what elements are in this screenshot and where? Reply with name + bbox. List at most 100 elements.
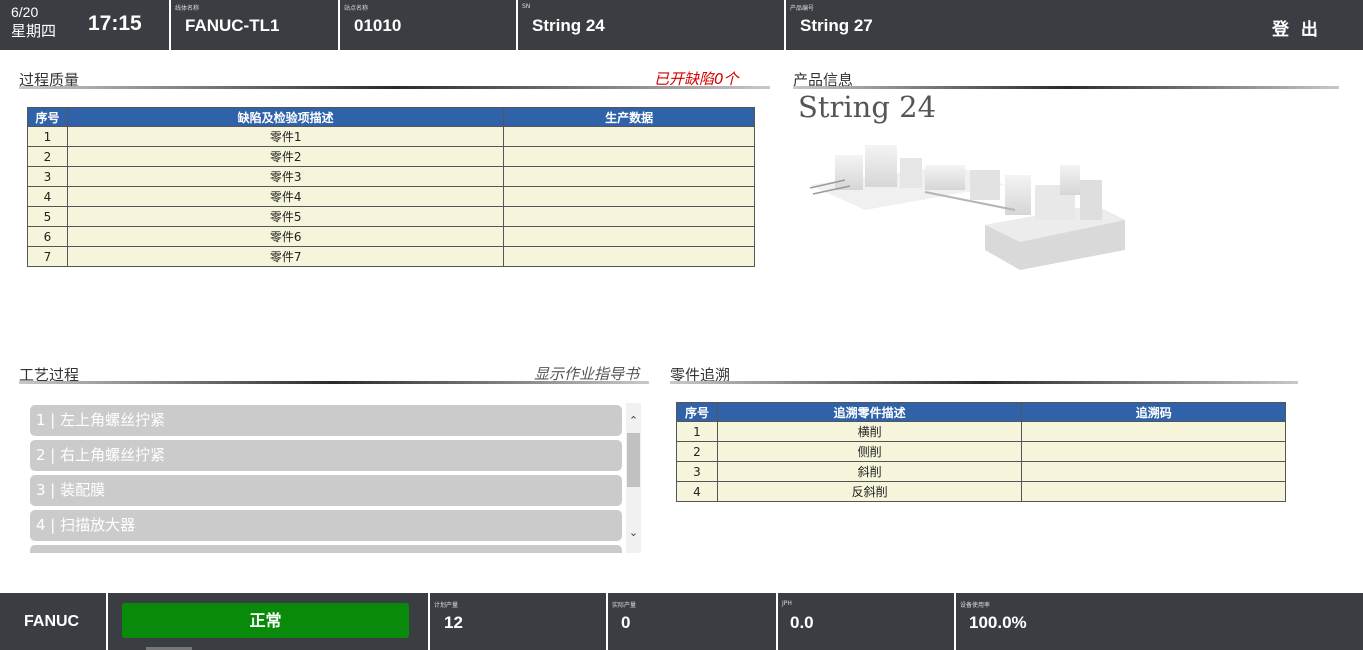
section-divider — [19, 86, 770, 89]
row-number: 1 — [27, 126, 68, 147]
column-header: 缺陷及检验项描述 — [66, 107, 505, 127]
sn-label: SN — [522, 3, 531, 10]
table-row[interactable]: 6 零件6 — [27, 226, 755, 247]
process-step[interactable]: 4 | 扫描放大器 — [30, 510, 622, 541]
row-number: 1 — [676, 421, 718, 442]
column-header: 序号 — [676, 402, 718, 422]
process-step[interactable]: 2 | 右上角螺丝拧紧 — [30, 440, 622, 471]
table-row[interactable]: 3 斜削 — [676, 461, 1286, 482]
row-code — [1021, 421, 1286, 442]
line-name-value: FANUC-TL1 — [185, 16, 280, 35]
row-number: 4 — [27, 186, 68, 207]
row-description: 零件3 — [66, 166, 505, 187]
row-description: 斜削 — [716, 461, 1023, 482]
table-row[interactable]: 1 零件1 — [27, 126, 755, 147]
jph-value: 0.0 — [790, 613, 814, 632]
sn-cell: SN String 24 — [518, 0, 784, 50]
row-description: 零件7 — [66, 246, 505, 267]
logout-button[interactable]: 登 出 — [1272, 15, 1321, 40]
actual-output-label: 实际产量 — [612, 602, 637, 609]
utilization-value: 100.0% — [969, 613, 1027, 632]
row-description: 侧削 — [716, 441, 1023, 462]
divider — [776, 593, 778, 650]
row-code — [1021, 461, 1286, 482]
section-divider — [670, 381, 1298, 384]
row-data — [503, 186, 755, 207]
row-number: 6 — [27, 226, 68, 247]
product-number-cell: 产品编号 String 27 — [786, 0, 1086, 50]
row-data — [503, 206, 755, 227]
row-number: 3 — [27, 166, 68, 187]
date: 6/20 — [11, 4, 39, 20]
divider — [106, 593, 108, 650]
row-description: 零件6 — [66, 226, 505, 247]
line-name-cell: 线体名称 FANUC-TL1 — [171, 0, 338, 50]
row-data — [503, 226, 755, 247]
quality-table: 序号 缺陷及检验项描述 生产数据 1 零件1 2 零件2 3 零件3 4 零件4… — [27, 107, 755, 267]
bottom-bar: FANUC 正常 计划产量 12 实际产量 0 JPH 0.0 设备使用率 10… — [0, 593, 1363, 650]
table-row[interactable]: 3 零件3 — [27, 166, 755, 187]
utilization-label: 设备使用率 — [960, 602, 991, 609]
row-number: 2 — [27, 146, 68, 167]
status-indicator: 正常 — [122, 603, 409, 638]
scroll-thumb[interactable] — [627, 433, 640, 487]
line-name-label: 线体名称 — [175, 5, 200, 12]
section-divider — [19, 381, 649, 384]
sn-value: String 24 — [532, 16, 605, 35]
process-step-partial[interactable] — [30, 545, 622, 553]
row-number: 3 — [676, 461, 718, 482]
table-row[interactable]: 4 零件4 — [27, 186, 755, 207]
column-header: 追溯零件描述 — [716, 402, 1023, 422]
weekday: 星期四 — [11, 22, 57, 40]
table-row[interactable]: 4 反斜削 — [676, 481, 1286, 502]
top-bar: 6/20 星期四 17:15 线体名称 FANUC-TL1 站点名称 01010… — [0, 0, 1363, 50]
column-header: 追溯码 — [1021, 402, 1286, 422]
process-step[interactable]: 1 | 左上角螺丝拧紧 — [30, 405, 622, 436]
row-number: 4 — [676, 481, 718, 502]
row-description: 零件2 — [66, 146, 505, 167]
row-description: 横削 — [716, 421, 1023, 442]
chevron-down-icon[interactable]: ⌄ — [626, 525, 641, 540]
divider — [428, 593, 430, 650]
column-header: 生产数据 — [503, 107, 755, 127]
table-row[interactable]: 2 侧削 — [676, 441, 1286, 462]
process-scrollbar[interactable]: ⌃ ⌄ — [626, 403, 641, 553]
product-number-value: String 27 — [800, 16, 873, 35]
actual-output-value: 0 — [621, 613, 631, 632]
brand-label: FANUC — [24, 613, 80, 630]
column-header: 序号 — [27, 107, 68, 127]
table-row[interactable]: 5 零件5 — [27, 206, 755, 227]
row-number: 2 — [676, 441, 718, 462]
row-description: 反斜削 — [716, 481, 1023, 502]
row-number: 5 — [27, 206, 68, 227]
row-data — [503, 166, 755, 187]
divider — [954, 593, 956, 650]
trace-table: 序号 追溯零件描述 追溯码 1 横削 2 侧削 3 斜削 4 反斜削 — [676, 402, 1286, 502]
row-code — [1021, 481, 1286, 502]
table-header-row: 序号 追溯零件描述 追溯码 — [676, 402, 1286, 422]
jph-label: JPH — [782, 600, 792, 607]
planned-output-label: 计划产量 — [434, 602, 459, 609]
clock: 17:15 — [88, 12, 142, 35]
row-data — [503, 146, 755, 167]
row-description: 零件5 — [66, 206, 505, 227]
process-step-list[interactable]: 1 | 左上角螺丝拧紧 2 | 右上角螺丝拧紧 3 | 装配膜 4 | 扫描放大… — [30, 405, 622, 553]
chevron-up-icon[interactable]: ⌃ — [626, 413, 641, 428]
row-data — [503, 126, 755, 147]
station-name-value: 01010 — [354, 16, 402, 35]
product-name: String 24 — [798, 90, 937, 124]
process-step[interactable]: 3 | 装配膜 — [30, 475, 622, 506]
table-row[interactable]: 1 横削 — [676, 421, 1286, 442]
row-description: 零件1 — [66, 126, 505, 147]
station-name-label: 站点名称 — [344, 5, 369, 12]
production-line-image — [809, 145, 1125, 270]
divider — [606, 593, 608, 650]
section-divider — [793, 86, 1339, 89]
row-description: 零件4 — [66, 186, 505, 207]
table-row[interactable]: 2 零件2 — [27, 146, 755, 167]
row-code — [1021, 441, 1286, 462]
row-data — [503, 246, 755, 267]
row-number: 7 — [27, 246, 68, 267]
station-name-cell: 站点名称 01010 — [340, 0, 516, 50]
table-row[interactable]: 7 零件7 — [27, 246, 755, 267]
